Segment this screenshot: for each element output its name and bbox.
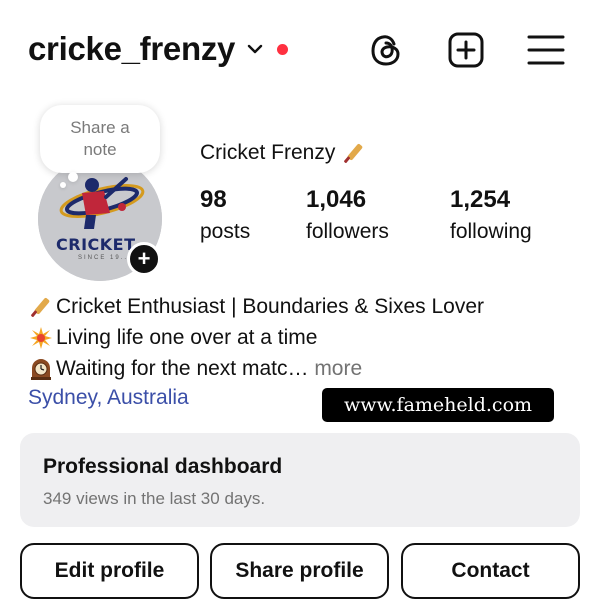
account-switcher[interactable]: cricke_frenzy — [28, 30, 289, 68]
cricket-bat-icon — [341, 140, 367, 166]
contact-button[interactable]: Contact — [401, 543, 580, 599]
cricket-bat-icon — [28, 294, 54, 320]
location-link[interactable]: Sydney, Australia — [28, 386, 189, 410]
username: cricke_frenzy — [28, 30, 236, 67]
stat-following[interactable]: 1,254 following — [450, 186, 532, 244]
add-story-button[interactable]: + — [127, 242, 161, 276]
collision-icon — [28, 325, 54, 351]
share-note-bubble[interactable]: Share a note — [40, 105, 160, 173]
avatar-logo-text: CRICKET — [56, 235, 136, 254]
avatar-logo-subtext: SINCE 19.. — [78, 255, 129, 261]
posts-label: posts — [200, 220, 251, 243]
following-count: 1,254 — [450, 186, 511, 213]
edit-profile-button[interactable]: Edit profile — [20, 543, 199, 599]
following-label: following — [450, 220, 532, 243]
chevron-down-icon — [245, 39, 265, 59]
display-name: Cricket Frenzy — [200, 140, 369, 166]
menu-icon[interactable] — [526, 30, 566, 70]
share-profile-button[interactable]: Share profile — [210, 543, 389, 599]
followers-label: followers — [306, 220, 389, 243]
bio-ellipsis: … — [287, 357, 309, 380]
watermark-label: www.fameheld.com — [322, 388, 554, 422]
note-line-2: note — [83, 140, 117, 159]
bio-line-3: Waiting for the next matc … more — [28, 353, 484, 384]
notification-dot — [277, 43, 289, 55]
threads-icon[interactable] — [366, 30, 406, 70]
more-link[interactable]: more — [308, 353, 362, 384]
dashboard-subtitle: 349 views in the last 30 days. — [43, 489, 266, 508]
dashboard-title: Professional dashboard — [43, 455, 283, 478]
followers-count: 1,046 — [306, 186, 367, 213]
stat-followers[interactable]: 1,046 followers — [306, 186, 389, 244]
bio: Cricket Enthusiast | Boundaries & Sixes … — [28, 291, 484, 384]
posts-count: 98 — [200, 186, 227, 213]
bio-line-1: Cricket Enthusiast | Boundaries & Sixes … — [28, 291, 484, 322]
bio-text-2: Living life one over at a time — [56, 326, 318, 349]
display-name-text: Cricket Frenzy — [200, 141, 336, 164]
note-bubble-tail — [68, 172, 78, 182]
create-post-icon[interactable] — [446, 30, 486, 70]
note-line-1: Share a — [70, 118, 130, 137]
top-bar: cricke_frenzy — [0, 0, 600, 100]
mantelpiece-clock-icon — [28, 356, 54, 382]
bio-line-2: Living life one over at a time — [28, 322, 484, 353]
bio-text-1: Cricket Enthusiast | Boundaries & Sixes … — [56, 295, 484, 318]
professional-dashboard[interactable]: Professional dashboard 349 views in the … — [20, 433, 580, 527]
stat-posts[interactable]: 98 posts — [200, 186, 250, 244]
note-bubble-tail-small — [60, 182, 66, 188]
bio-text-3: Waiting for the next matc — [56, 357, 288, 380]
